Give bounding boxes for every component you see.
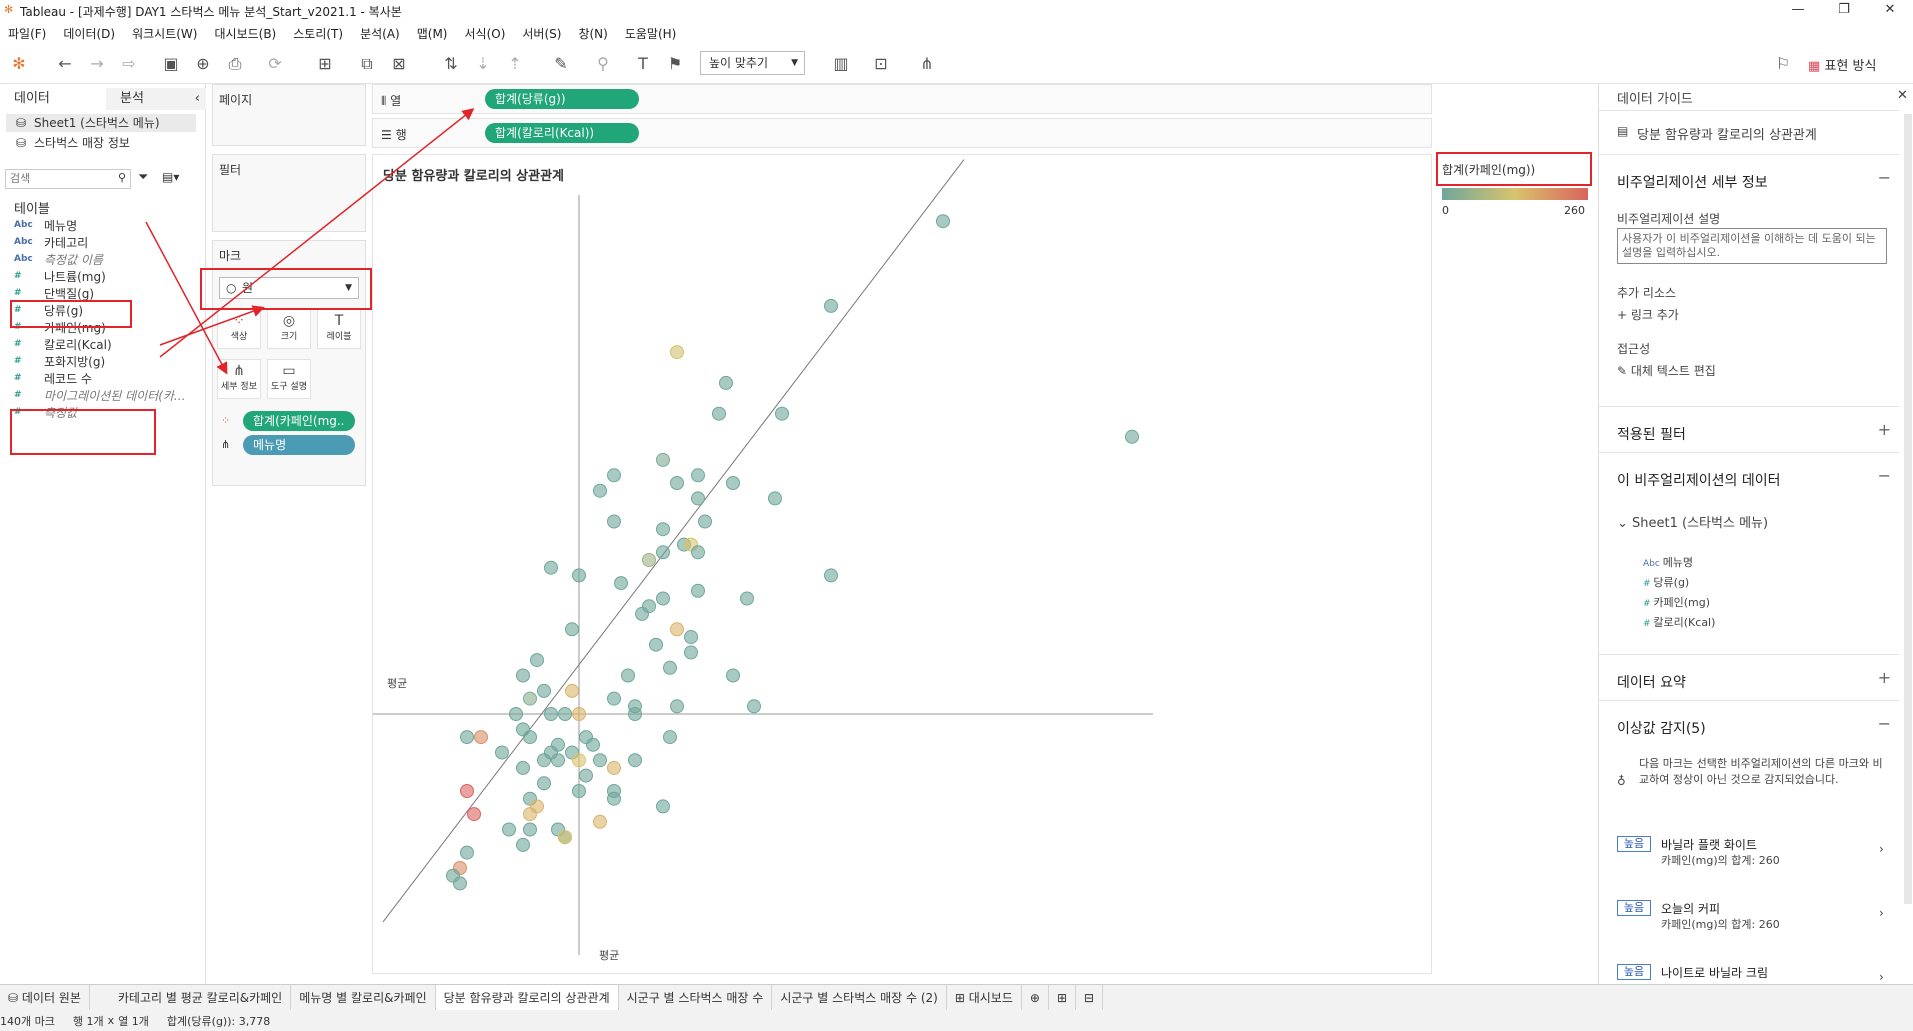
row-count: 행 1개 [72,1014,104,1028]
legend-gradient [1442,188,1588,200]
section-filters[interactable]: 적용된 필터 [1617,424,1686,444]
section-viz-data[interactable]: 이 비주얼리제이션의 데이터 [1617,470,1780,490]
measure-icon: # [1643,619,1654,629]
tab-sheet[interactable]: 시군구 별 스타벅스 매장 수 [619,985,773,1010]
guide-field-item: # 카페인(mg) [1643,594,1710,610]
pencil-icon: ✎ [1617,364,1631,378]
plus-icon: + [1617,308,1631,322]
outlier-value: 카페인(mg)의 합계: 260 [1661,918,1780,931]
tab-sheet[interactable]: 카테고리 별 평균 칼로리&카페인 [110,985,292,1010]
divider [1599,406,1899,407]
close-icon[interactable]: ✕ [1897,88,1908,103]
tab-datasource[interactable]: ⛁ 데이터 원본 [0,985,90,1010]
sheet-icon: ▤ [1617,124,1629,138]
divider [1599,154,1899,155]
guide-field-label: 카페인(mg) [1653,596,1711,609]
dimension-icon: Abc [1643,559,1663,569]
status-bar: 140개 마크 행 1개 x 열 1개 합계(당류(g)): 3,778 [0,1010,1913,1031]
desc-label: 비주얼리제이션 설명 [1617,212,1721,226]
guide-field-item: Abc 메뉴명 [1643,554,1693,570]
legend-max: 260 [1564,204,1585,217]
collapse-icon[interactable]: − [1878,466,1891,485]
chevron-right-icon: › [1879,842,1884,856]
scrollbar[interactable] [1904,114,1912,904]
section-outliers[interactable]: 이상값 감지(5) [1617,718,1706,738]
guide-field-label: 당류(g) [1653,576,1690,589]
section-details[interactable]: 비주얼리제이션 세부 정보 [1617,172,1768,192]
measure-icon: # [1643,599,1654,609]
sheet-tabs: ⛁ 데이터 원본 카테고리 별 평균 칼로리&카페인 메뉴명 별 칼로리&카페인… [0,984,1913,1010]
measure-icon: # [1643,579,1654,589]
chevron-right-icon: › [1879,906,1884,920]
outlier-item[interactable]: 높음 오늘의 커피카페인(mg)의 합계: 260 › [1599,900,1899,940]
dashboard-icon: ⊞ [954,991,969,1005]
divider [1599,110,1899,111]
status-badge: 높음 [1617,900,1651,916]
chevron-down-icon: ⌄ [1617,516,1633,531]
legend-min: 0 [1442,204,1449,217]
data-guide-pane: 데이터 가이드 ✕ ▤ 당분 함유량과 칼로리의 상관관계 비주얼리제이션 세부… [1598,84,1913,984]
datasource-icon: ⛁ [8,991,22,1005]
mark-count: 140개 마크 [0,1014,55,1028]
add-link-button[interactable]: + 링크 추가 [1617,306,1679,323]
chevron-right-icon: › [1879,970,1884,984]
divider [1599,452,1899,453]
tab-dashboard[interactable]: ⊞ 대시보드 [947,985,1022,1010]
outlier-name: 바닐라 플랫 화이트 [1661,838,1757,852]
col-count: 열 1개 [118,1014,149,1028]
new-dashboard-icon[interactable]: ⊞ [1049,985,1077,1010]
lightbulb-icon: ♁ [1617,774,1626,788]
outlier-name: 오늘의 커피 [1661,902,1721,916]
status-badge: 높음 [1617,836,1651,852]
divider [1599,654,1899,655]
times-sign: x [107,1014,115,1027]
guide-field-label: 메뉴명 [1662,556,1694,569]
sheet-item[interactable]: ⌄ Sheet1 (스타벅스 메뉴) [1617,512,1768,531]
section-summary[interactable]: 데이터 요약 [1617,672,1686,692]
color-legend: 합계(카페인(mg)) 0 260 [1434,150,1592,222]
guide-field-item: # 칼로리(Kcal) [1643,614,1715,630]
accessibility-label: 접근성 [1617,342,1651,356]
tab-sheet[interactable]: 시군구 별 스타벅스 매장 수 (2) [772,985,947,1010]
outlier-description: 다음 마크는 선택한 비주얼리제이션의 다른 마크와 비교하여 정상이 아닌 것… [1639,757,1883,786]
outlier-item[interactable]: 높음 바닐라 플랫 화이트카페인(mg)의 합계: 260 › [1599,836,1899,876]
tab-sheet[interactable]: 메뉴명 별 칼로리&카페인 [291,985,436,1010]
expand-icon[interactable]: + [1878,420,1891,439]
outlier-value: 카페인(mg)의 합계: 260 [1661,854,1780,867]
collapse-icon[interactable]: − [1878,168,1891,187]
legend-title: 합계(카페인(mg)) [1442,163,1536,177]
outlier-name: 나이트로 바닐라 크림 [1661,966,1768,980]
guide-viz-title: 당분 함유량과 칼로리의 상관관계 [1637,128,1817,143]
guide-header: 데이터 가이드 [1617,92,1693,107]
description-field[interactable]: 사용자가 이 비주얼리제이션을 이해하는 데 도움이 되는 설명을 입력하십시오… [1617,228,1887,264]
divider [1599,700,1899,701]
resources-label: 추가 리소스 [1617,286,1677,300]
collapse-icon[interactable]: − [1878,714,1891,733]
guide-field-label: 칼로리(Kcal) [1653,616,1716,629]
guide-field-item: # 당류(g) [1643,574,1689,590]
new-worksheet-icon[interactable]: ⊕ [1022,985,1049,1010]
new-story-icon[interactable]: ⊟ [1076,985,1104,1010]
expand-icon[interactable]: + [1878,668,1891,687]
tab-sheet-active[interactable]: 당분 함유량과 칼로리의 상관관계 [435,985,619,1010]
status-badge: 높음 [1617,964,1651,980]
alt-text-button[interactable]: ✎ 대체 텍스트 편집 [1617,362,1716,379]
sum-value: 합계(당류(g)): 3,778 [166,1014,271,1028]
